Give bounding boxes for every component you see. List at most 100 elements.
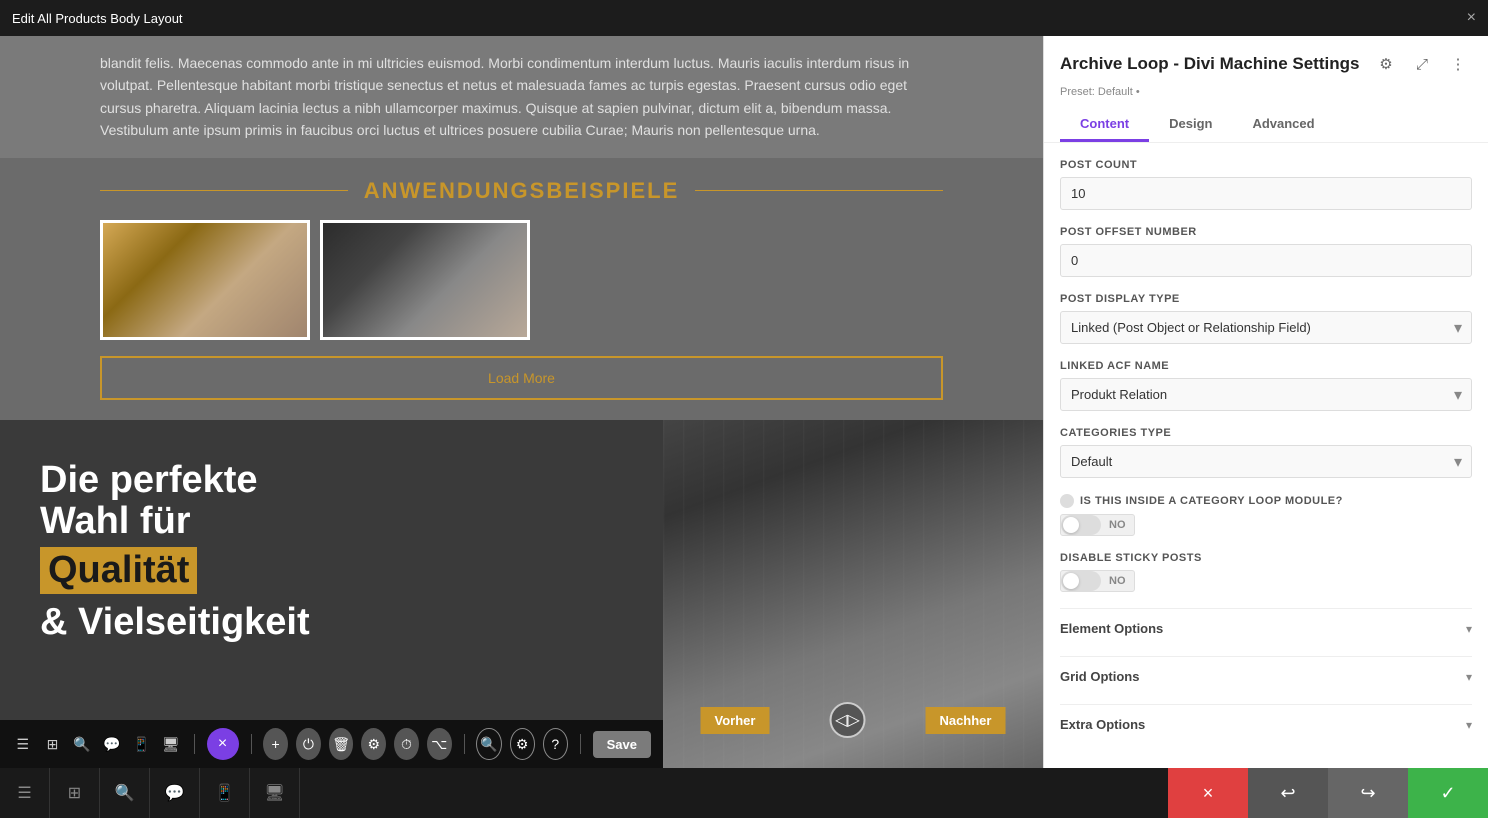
disable-sticky-toggle-circle[interactable]: [1061, 571, 1101, 591]
disable-sticky-posts-label: Disable Sticky Posts: [1060, 552, 1472, 564]
anwendungen-section: ANWENDUNGSBEISPIELE Load More: [0, 158, 1043, 420]
category-loop-toggle-row: NO: [1060, 514, 1472, 536]
desktop-icon[interactable]: 🖥: [160, 730, 182, 758]
post-offset-label: Post Offset Number: [1060, 226, 1472, 238]
panel-title: Archive Loop - Divi Machine Settings: [1060, 54, 1359, 74]
bb-comment-icon[interactable]: 💬: [150, 768, 200, 818]
tab-content[interactable]: Content: [1060, 108, 1149, 142]
panel-tabs: Content Design Advanced: [1060, 108, 1472, 142]
panel-more-icon[interactable]: ⋮: [1444, 50, 1472, 78]
menu-icon[interactable]: ☰: [12, 730, 34, 758]
cancel-button[interactable]: ×: [1168, 768, 1248, 818]
dark-title-line3: & Vielseitigkeit: [40, 598, 310, 647]
search-icon[interactable]: 🔍: [71, 730, 93, 758]
panel-expand-icon[interactable]: ⤢: [1408, 50, 1436, 78]
panel-preset: Preset: Default •: [1060, 86, 1472, 98]
bb-search-icon[interactable]: 🔍: [100, 768, 150, 818]
grid-options-chevron: ▾: [1466, 670, 1472, 684]
grid-options-section[interactable]: Grid Options ▾: [1060, 656, 1472, 696]
bottom-bar-left: ☰ ⊞ 🔍 💬 📱 🖥: [0, 768, 300, 818]
element-options-chevron: ▾: [1466, 622, 1472, 636]
element-options-section[interactable]: Element Options ▾: [1060, 608, 1472, 648]
field-post-count: Post Count: [1060, 159, 1472, 210]
purple-close-button[interactable]: ×: [207, 728, 239, 760]
dark-title-line1: Die perfekte: [40, 460, 310, 502]
thumb-image-1: [103, 223, 307, 337]
image-grid: [100, 220, 943, 340]
linked-acf-name-wrapper: Produkt Relation: [1060, 378, 1472, 411]
code-button[interactable]: ⌥: [427, 728, 452, 760]
dark-section-text: Die perfekte Wahl für Qualität & Vielsei…: [0, 420, 350, 768]
mobile-icon[interactable]: 📱: [131, 730, 153, 758]
before-label: Vorher: [701, 707, 770, 734]
category-loop-module-label: Is this inside a category loop module?: [1060, 494, 1472, 508]
post-display-type-label: Post Display Type: [1060, 293, 1472, 305]
disable-sticky-toggle[interactable]: NO: [1060, 570, 1135, 592]
panel-settings-icon[interactable]: ⚙: [1372, 50, 1400, 78]
history-button[interactable]: ⏱: [394, 728, 419, 760]
after-label: Nachher: [925, 707, 1005, 734]
toolbar-separator: [194, 734, 195, 754]
categories-type-label: Categories Type: [1060, 427, 1472, 439]
floating-toolbar: ☰ ⊞ 🔍 💬 📱 🖥 × + ⏻ 🗑 ⚙ ⏱ ⌥ 🔍 ⚙ ? Save: [0, 720, 663, 768]
bottom-bar-right: × ↩ ↪ ✓: [1168, 768, 1488, 818]
element-options-title: Element Options: [1060, 621, 1163, 636]
before-after-toggle[interactable]: ◁▷: [829, 702, 865, 738]
bottom-bar: ☰ ⊞ 🔍 💬 📱 🖥 × ↩ ↪ ✓: [0, 768, 1488, 818]
confirm-button[interactable]: ✓: [1408, 768, 1488, 818]
field-linked-acf-name: Linked ACF Name Produkt Relation: [1060, 360, 1472, 411]
panel-body: Post Count Post Offset Number Post Displ…: [1044, 143, 1488, 768]
extra-options-title: Extra Options: [1060, 717, 1145, 732]
panel-header-top: Archive Loop - Divi Machine Settings ⚙ ⤢…: [1060, 50, 1472, 78]
add-button[interactable]: +: [263, 728, 288, 760]
canvas-area: blandit felis. Maecenas commodo ante in …: [0, 36, 1043, 768]
disable-sticky-toggle-row: NO: [1060, 570, 1472, 592]
before-after-overlay: Vorher ◁▷ Nachher: [701, 702, 1006, 738]
field-categories-type: Categories Type Default: [1060, 427, 1472, 478]
delete-button[interactable]: 🗑: [329, 728, 354, 760]
bb-menu-icon[interactable]: ☰: [0, 768, 50, 818]
categories-type-select[interactable]: Default: [1060, 445, 1472, 478]
redo-button[interactable]: ↪: [1328, 768, 1408, 818]
top-bar: Edit All Products Body Layout ×: [0, 0, 1488, 36]
image-thumb-1[interactable]: [100, 220, 310, 340]
tab-design[interactable]: Design: [1149, 108, 1232, 142]
bb-grid-icon[interactable]: ⊞: [50, 768, 100, 818]
right-panel: Archive Loop - Divi Machine Settings ⚙ ⤢…: [1043, 36, 1488, 768]
panel-header: Archive Loop - Divi Machine Settings ⚙ ⤢…: [1044, 36, 1488, 143]
extra-options-chevron: ▾: [1466, 718, 1472, 732]
dark-section: Die perfekte Wahl für Qualität & Vielsei…: [0, 420, 1043, 768]
main-layout: blandit felis. Maecenas commodo ante in …: [0, 36, 1488, 768]
post-display-type-wrapper: Linked (Post Object or Relationship Fiel…: [1060, 311, 1472, 344]
comment-icon[interactable]: 💬: [101, 730, 123, 758]
grid-options-title: Grid Options: [1060, 669, 1139, 684]
power-button[interactable]: ⏻: [296, 728, 321, 760]
save-button[interactable]: Save: [593, 731, 651, 758]
post-display-type-select[interactable]: Linked (Post Object or Relationship Fiel…: [1060, 311, 1472, 344]
undo-button[interactable]: ↩: [1248, 768, 1328, 818]
settings-action-icon[interactable]: ⚙: [510, 728, 535, 760]
settings-button[interactable]: ⚙: [361, 728, 386, 760]
top-bar-title: Edit All Products Body Layout: [12, 11, 183, 26]
post-offset-input[interactable]: [1060, 244, 1472, 277]
bb-desktop-icon[interactable]: 🖥: [250, 768, 300, 818]
content-text: blandit felis. Maecenas commodo ante in …: [0, 36, 1043, 158]
post-count-input[interactable]: [1060, 177, 1472, 210]
search-action-icon[interactable]: 🔍: [476, 728, 501, 760]
toggle-circle[interactable]: [1061, 515, 1101, 535]
bb-mobile-icon[interactable]: 📱: [200, 768, 250, 818]
dark-title-highlight: Qualität: [40, 547, 197, 594]
image-thumb-2[interactable]: [320, 220, 530, 340]
grid-icon[interactable]: ⊞: [42, 730, 64, 758]
tab-advanced[interactable]: Advanced: [1232, 108, 1334, 142]
toolbar-separator-3: [464, 734, 465, 754]
toolbar-separator-2: [251, 734, 252, 754]
load-more-button[interactable]: Load More: [100, 356, 943, 400]
help-action-icon[interactable]: ?: [543, 728, 568, 760]
close-icon[interactable]: ×: [1467, 9, 1476, 27]
category-loop-toggle[interactable]: NO: [1060, 514, 1135, 536]
linked-acf-name-select[interactable]: Produkt Relation: [1060, 378, 1472, 411]
panel-header-icons: ⚙ ⤢ ⋮: [1372, 50, 1472, 78]
extra-options-section[interactable]: Extra Options ▾: [1060, 704, 1472, 744]
field-post-display-type: Post Display Type Linked (Post Object or…: [1060, 293, 1472, 344]
